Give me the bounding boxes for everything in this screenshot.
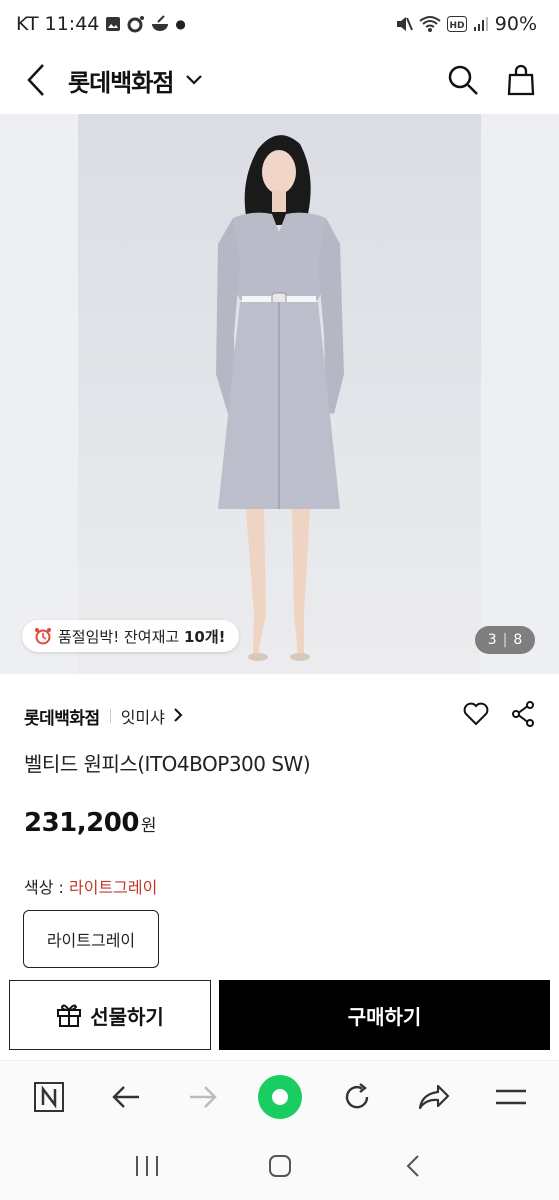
product-photo bbox=[78, 114, 481, 674]
search-button[interactable] bbox=[443, 60, 483, 100]
price: 231,200 원 bbox=[24, 808, 157, 838]
carrier-time: KT 11:44 bbox=[16, 13, 100, 35]
product-image-carousel[interactable]: 품절임박! 잔여재고 10개! 3 | 8 bbox=[0, 114, 559, 674]
status-right: HD 90% bbox=[395, 13, 537, 35]
arrow-right-icon bbox=[189, 1085, 217, 1108]
stock-alert-badge: 품절임박! 잔여재고 10개! bbox=[22, 620, 240, 652]
share-button[interactable] bbox=[511, 701, 535, 731]
signal-icon bbox=[473, 17, 488, 31]
camera-app-icon bbox=[127, 16, 145, 33]
page-current: 3 bbox=[487, 632, 497, 648]
app-header: 롯데백화점 bbox=[0, 48, 559, 112]
color-row: 색상 : 라이트그레이 bbox=[24, 874, 157, 898]
recent-apps-icon bbox=[135, 1156, 158, 1176]
notification-dot-icon: ● bbox=[175, 17, 186, 31]
product-name: 벨티드 원피스(ITO4BOP300 SW) bbox=[24, 752, 311, 776]
chevron-left-icon bbox=[27, 64, 44, 96]
brand-divider bbox=[109, 709, 111, 723]
hd-icon: HD bbox=[446, 16, 467, 32]
system-nav-bar bbox=[0, 1132, 559, 1200]
reload-button[interactable] bbox=[333, 1073, 381, 1121]
system-back-button[interactable] bbox=[389, 1142, 437, 1190]
store-title: 롯데백화점 bbox=[68, 68, 174, 97]
store-selector[interactable]: 롯데백화점 bbox=[68, 63, 203, 98]
price-unit: 원 bbox=[140, 816, 157, 836]
browser-toolbar bbox=[0, 1060, 559, 1132]
home-icon bbox=[268, 1155, 291, 1177]
naver-green-dot-button[interactable] bbox=[256, 1073, 304, 1121]
naver-logo-icon bbox=[33, 1081, 64, 1112]
heart-icon bbox=[463, 702, 489, 726]
svg-text:HD: HD bbox=[449, 21, 464, 31]
chevron-right-icon[interactable] bbox=[173, 707, 183, 726]
gift-icon bbox=[57, 1004, 82, 1027]
page-total: 8 bbox=[513, 632, 523, 648]
home-button[interactable] bbox=[256, 1142, 304, 1190]
model-illustration bbox=[216, 135, 344, 661]
stock-alert-count: 10개! bbox=[183, 627, 226, 646]
shopping-bag-icon bbox=[507, 64, 535, 96]
status-bar: KT 11:44 ● HD 90% bbox=[0, 0, 559, 48]
recent-apps-button[interactable] bbox=[123, 1142, 171, 1190]
brand-name[interactable]: 롯데백화점 bbox=[24, 704, 100, 729]
brand-row: 롯데백화점 잇미샤 bbox=[24, 700, 535, 732]
share-icon bbox=[512, 701, 534, 727]
shopping-bag-button[interactable] bbox=[501, 60, 541, 100]
reload-icon bbox=[345, 1082, 368, 1108]
wifi-icon bbox=[419, 16, 441, 32]
browser-forward-button[interactable] bbox=[179, 1073, 227, 1121]
battery-level: 90% bbox=[494, 13, 537, 35]
naver-home-button[interactable] bbox=[25, 1073, 73, 1121]
color-value: 라이트그레이 bbox=[69, 878, 158, 897]
gift-button-label: 선물하기 bbox=[90, 1004, 164, 1029]
mute-icon bbox=[396, 17, 413, 31]
share-arrow-icon bbox=[418, 1084, 449, 1109]
arrow-left-icon bbox=[111, 1085, 139, 1108]
color-option-chip[interactable]: 라이트그레이 bbox=[23, 910, 159, 968]
alarm-clock-icon bbox=[35, 628, 51, 645]
hamburger-menu-icon bbox=[495, 1089, 526, 1104]
back-button[interactable] bbox=[18, 56, 54, 104]
menu-button[interactable] bbox=[487, 1073, 535, 1121]
food-app-icon bbox=[152, 15, 169, 31]
buy-button-label: 구매하기 bbox=[347, 1004, 422, 1029]
page-separator: | bbox=[502, 632, 508, 648]
chevron-left-icon bbox=[406, 1155, 419, 1177]
stock-alert-prefix: 품절임박! 잔여재고 bbox=[58, 627, 184, 646]
browser-share-button[interactable] bbox=[410, 1073, 458, 1121]
green-dot-icon bbox=[257, 1074, 302, 1119]
header-actions bbox=[443, 60, 541, 100]
stock-alert-text: 품절임박! 잔여재고 10개! bbox=[58, 626, 225, 647]
status-left: KT 11:44 ● bbox=[16, 13, 186, 35]
price-value: 231,200 bbox=[24, 808, 139, 838]
chevron-down-icon bbox=[186, 75, 203, 85]
buy-button[interactable]: 구매하기 bbox=[219, 980, 550, 1050]
image-page-counter: 3 | 8 bbox=[475, 626, 535, 654]
color-label: 색상 : bbox=[24, 878, 70, 897]
search-icon bbox=[448, 65, 478, 95]
browser-back-button[interactable] bbox=[102, 1073, 150, 1121]
gift-button[interactable]: 선물하기 bbox=[9, 980, 211, 1050]
wishlist-button[interactable] bbox=[463, 702, 489, 730]
sub-brand-link[interactable]: 잇미샤 bbox=[121, 704, 165, 728]
gallery-icon bbox=[106, 17, 121, 31]
brand-actions bbox=[463, 701, 535, 731]
